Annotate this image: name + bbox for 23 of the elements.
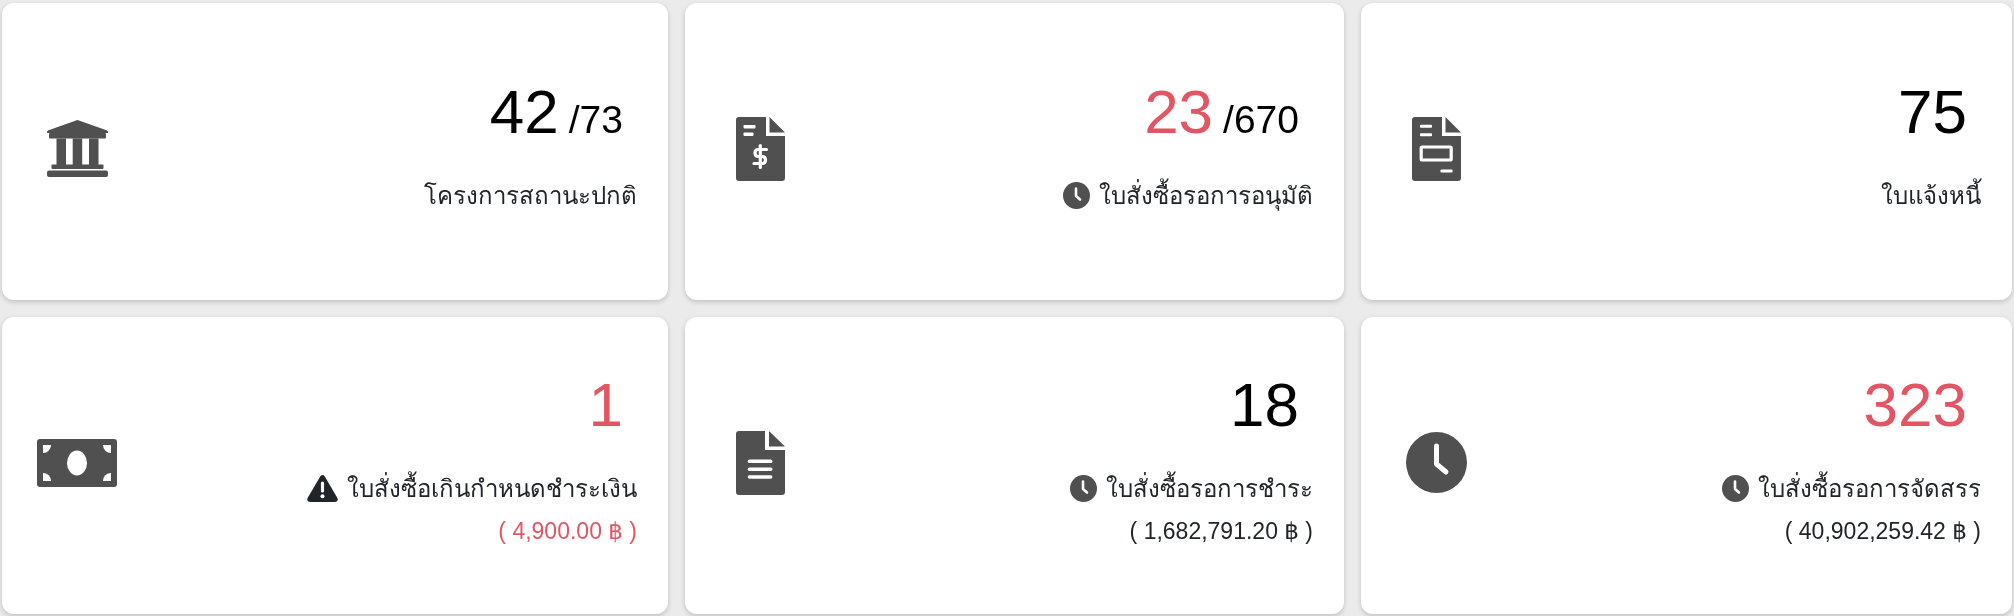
banknote-icon xyxy=(37,438,117,487)
dollar-document-icon xyxy=(735,116,785,181)
bank-icon xyxy=(46,120,108,177)
count-total: /670 xyxy=(1223,97,1299,141)
amount-value: ( 4,900.00 ฿ ) xyxy=(498,516,637,546)
clock-icon xyxy=(1405,432,1467,493)
count-value: 42 xyxy=(489,76,559,146)
card-label: ใบสั่งซื้อเกินกำหนดชำระเงิน xyxy=(347,471,637,506)
amount-value: ( 40,902,259.42 ฿ ) xyxy=(1784,516,1981,546)
document-icon xyxy=(735,430,785,495)
card-label: ใบแจ้งหนี้ xyxy=(1881,178,1981,213)
card-label: ใบสั่งซื้อรอการชำระ xyxy=(1106,471,1313,506)
amount-value: ( 1,682,791.20 ฿ ) xyxy=(1129,516,1313,546)
count-total: /73 xyxy=(568,97,623,141)
invoice-icon xyxy=(1411,116,1461,181)
card-label: ใบสั่งซื้อรอการอนุมัติ xyxy=(1099,178,1313,213)
count-value: 23 xyxy=(1144,76,1214,146)
count-value: 1 xyxy=(588,369,623,439)
count-value: 323 xyxy=(1863,369,1967,439)
count-value: 75 xyxy=(1898,76,1967,146)
card-label: โครงการสถานะปกติ xyxy=(424,180,637,211)
card-label: ใบสั่งซื้อรอการจัดสรร xyxy=(1758,471,1981,506)
count-value: 18 xyxy=(1230,369,1299,439)
